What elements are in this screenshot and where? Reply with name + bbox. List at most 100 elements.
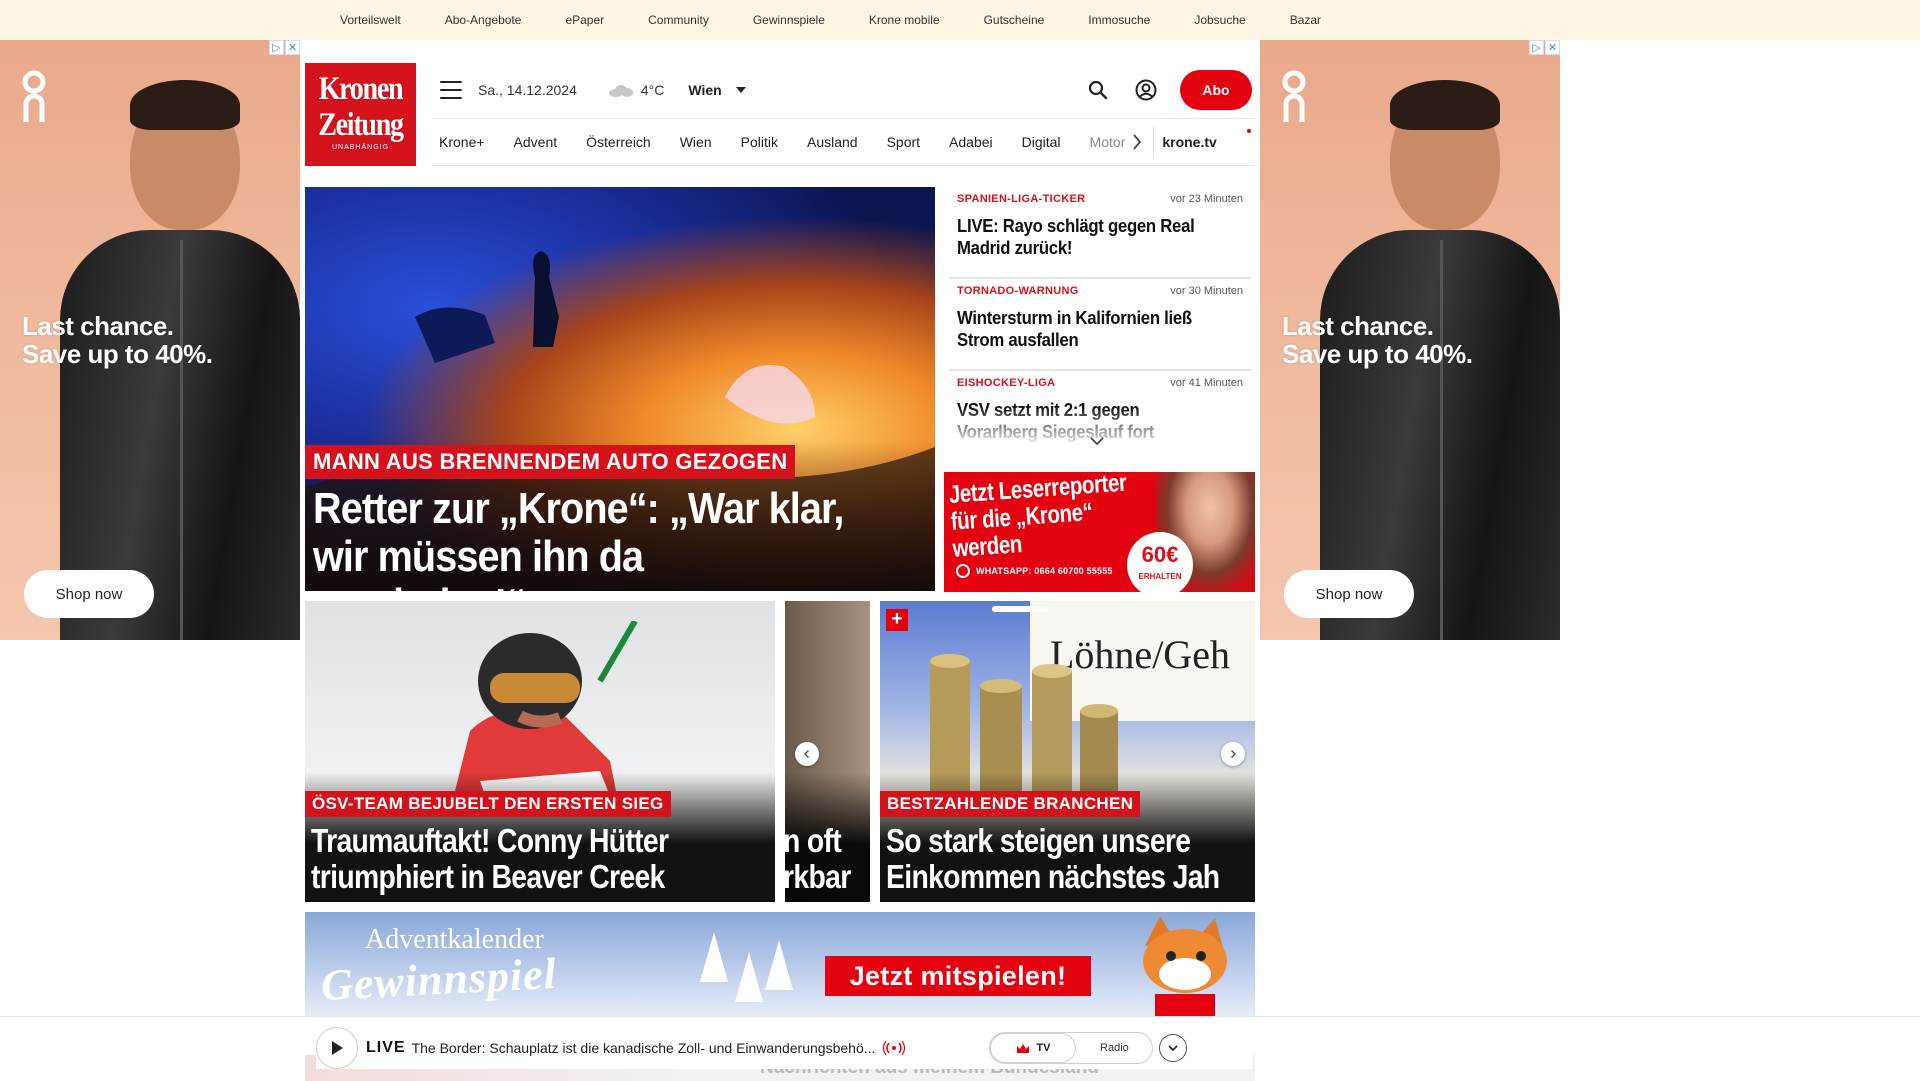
chevron-down-icon[interactable] xyxy=(1089,435,1105,447)
news-ticker: SPANIEN-LIGA-TICKER vor 23 Minuten LIVE: … xyxy=(949,187,1251,447)
jetzt-mitspielen-button[interactable]: Jetzt mitspielen! xyxy=(825,956,1091,996)
nav-item-krone-tv[interactable]: krone.tv xyxy=(1162,134,1216,150)
chevron-down-icon xyxy=(1168,1045,1178,1052)
carousel-card[interactable]: ÖSV-TEAM BEJUBELT DEN ERSTEN SIEG Trauma… xyxy=(305,601,775,902)
leserreporter-ad[interactable]: Jetzt Leserreporter für die „Krone“ werd… xyxy=(944,472,1255,592)
hero-title[interactable]: Retter zur „Krone“: „War klar, wir müsse… xyxy=(313,485,864,592)
reward-badge: 60€ ERHALTEN xyxy=(1127,532,1193,592)
ad-headline: Last chance. Save up to 40%. xyxy=(22,311,213,369)
card-title[interactable]: n oft rkbar xyxy=(785,823,851,895)
ad-headline-line2: Save up to 40%. xyxy=(1282,339,1473,369)
top-link-abo-angebote[interactable]: Abo-Angebote xyxy=(445,13,522,27)
close-icon[interactable]: ✕ xyxy=(285,40,300,55)
whatsapp-number: WHATSAPP: 0664 60700 55555 xyxy=(956,564,1113,578)
player-controls: LIVE The Border: Schauplatz ist die kana… xyxy=(316,1027,1252,1069)
top-link-community[interactable]: Community xyxy=(648,13,709,27)
broadcast-icon xyxy=(883,1041,906,1055)
carousel-next-button[interactable] xyxy=(1221,742,1245,766)
search-icon[interactable] xyxy=(1084,76,1112,104)
top-link-epaper[interactable]: ePaper xyxy=(565,13,604,27)
tv-radio-toggle: TV Radio xyxy=(989,1032,1154,1064)
ticker-time: vor 23 Minuten xyxy=(1170,193,1243,205)
live-label: LIVE xyxy=(366,1039,406,1056)
krone-plus-icon: + xyxy=(886,609,908,631)
nav-item-digital[interactable]: Digital xyxy=(1022,134,1061,150)
ad-headline-line2: Save up to 40%. xyxy=(22,339,213,369)
nav-divider xyxy=(1153,126,1155,158)
card-title[interactable]: So stark steigen unsere Einkommen nächst… xyxy=(886,823,1220,895)
shop-now-button[interactable]: Shop now xyxy=(24,570,154,618)
hero-kicker: MANN AUS BRENNENDEM AUTO GEZOGEN xyxy=(305,445,796,479)
user-account-icon[interactable] xyxy=(1132,76,1160,104)
live-program-title[interactable]: The Border: Schauplatz ist die kanadisch… xyxy=(412,1040,876,1056)
radio-toggle-option[interactable]: Radio xyxy=(1076,1042,1152,1054)
logo-line1: Kronen xyxy=(318,71,404,107)
ticker-category: TORNADO-WARNUNG xyxy=(957,285,1079,297)
top-link-bazar[interactable]: Bazar xyxy=(1290,13,1321,27)
ticker-category: EISHOCKEY-LIGA xyxy=(957,377,1056,389)
play-button[interactable] xyxy=(316,1027,358,1069)
hero-article[interactable]: MANN AUS BRENNENDEM AUTO GEZOGEN Retter … xyxy=(305,187,935,591)
ticker-headline[interactable]: Wintersturm in Kalifornien ließ Strom au… xyxy=(957,307,1223,351)
card-title[interactable]: Traumauftakt! Conny Hütter triumphiert i… xyxy=(311,823,669,895)
advent-line2: Gewinnspiel xyxy=(319,948,559,1011)
ticker-headline[interactable]: LIVE: Rayo schlägt gegen Real Madrid zur… xyxy=(957,215,1223,259)
ticker-item[interactable]: TORNADO-WARNUNG vor 30 Minuten Winterstur… xyxy=(949,279,1251,371)
carousel-card[interactable]: Löhne/Geh + BESTZAHLENDE BRANCHEN So sta… xyxy=(880,601,1255,902)
top-link-jobsuche[interactable]: Jobsuche xyxy=(1194,13,1245,27)
header-bar: Sa., 14.12.2024 4°C Wien Abo xyxy=(440,70,1252,110)
coins-image xyxy=(930,654,1118,791)
top-link-gutscheine[interactable]: Gutscheine xyxy=(984,13,1045,27)
menu-icon[interactable] xyxy=(440,81,462,99)
nav-item-politik[interactable]: Politik xyxy=(741,134,778,150)
expand-player-button[interactable] xyxy=(1159,1034,1188,1062)
chevron-left-icon xyxy=(803,749,810,759)
chevron-right-icon xyxy=(1230,749,1237,759)
carousel-indicator xyxy=(992,606,1048,612)
top-link-gewinnspiele[interactable]: Gewinnspiele xyxy=(753,13,825,27)
tv-toggle-option[interactable]: TV xyxy=(990,1033,1077,1063)
crown-icon xyxy=(1017,1043,1030,1053)
cloud-icon xyxy=(607,83,633,97)
nav-item-motor[interactable]: Motor xyxy=(1090,134,1126,150)
nav-item-wien[interactable]: Wien xyxy=(680,134,712,150)
card-kicker: ÖSV-TEAM BEJUBELT DEN ERSTEN SIEG xyxy=(305,791,671,817)
ad-headline-line1: Last chance. xyxy=(1282,311,1434,341)
fox-mascot-image xyxy=(1143,916,1227,1016)
nav-item-oesterreich[interactable]: Österreich xyxy=(586,134,651,150)
ad-controls: ▷ ✕ xyxy=(1529,40,1560,55)
advent-gewinnspiel-banner[interactable]: Adventkalender Gewinnspiel Jetzt mitspie… xyxy=(305,912,1255,1016)
side-ad-left[interactable]: Last chance. Save up to 40%. Shop now ▷ … xyxy=(0,40,300,640)
card-kicker: BESTZAHLENDE BRANCHEN xyxy=(880,791,1141,817)
chevron-down-icon[interactable] xyxy=(735,87,746,93)
nav-item-krone-plus[interactable]: Krone+ xyxy=(439,134,485,150)
nav-item-ausland[interactable]: Ausland xyxy=(807,134,858,150)
top-link-krone-mobile[interactable]: Krone mobile xyxy=(869,13,940,27)
nav-item-sport[interactable]: Sport xyxy=(887,134,920,150)
play-icon xyxy=(332,1041,343,1055)
abo-button[interactable]: Abo xyxy=(1180,70,1252,110)
ticker-category: SPANIEN-LIGA-TICKER xyxy=(957,193,1086,205)
krone-logo[interactable]: Kronen Zeitung UNABHÄNGIG xyxy=(305,63,416,166)
carousel-prev-button[interactable] xyxy=(795,742,819,766)
chevron-right-icon[interactable] xyxy=(1127,132,1147,152)
adchoices-icon[interactable]: ▷ xyxy=(269,40,284,55)
reward-label: ERHALTEN xyxy=(1138,572,1182,581)
top-service-bar: Vorteilswelt Abo-Angebote ePaper Communi… xyxy=(0,0,1920,40)
ad-headline: Last chance. Save up to 40%. xyxy=(1282,311,1473,369)
nav-item-adabei[interactable]: Adabei xyxy=(949,134,993,150)
nav-item-advent[interactable]: Advent xyxy=(514,134,558,150)
shop-now-button[interactable]: Shop now xyxy=(1284,570,1414,618)
header-actions: Abo xyxy=(1084,70,1252,110)
ticker-item[interactable]: SPANIEN-LIGA-TICKER vor 23 Minuten LIVE: … xyxy=(949,187,1251,279)
top-link-immosuche[interactable]: Immosuche xyxy=(1088,13,1150,27)
ad-headline-line1: Last chance. xyxy=(22,311,174,341)
ad-controls: ▷ ✕ xyxy=(269,40,300,55)
header-temperature: 4°C xyxy=(640,82,665,98)
top-link-vorteilswelt[interactable]: Vorteilswelt xyxy=(340,13,401,27)
on-logo-icon xyxy=(1282,70,1306,122)
close-icon[interactable]: ✕ xyxy=(1545,40,1560,55)
side-ad-right[interactable]: Last chance. Save up to 40%. Shop now ▷ … xyxy=(1260,40,1560,640)
adchoices-icon[interactable]: ▷ xyxy=(1529,40,1544,55)
city-selector[interactable]: Wien xyxy=(688,82,721,98)
